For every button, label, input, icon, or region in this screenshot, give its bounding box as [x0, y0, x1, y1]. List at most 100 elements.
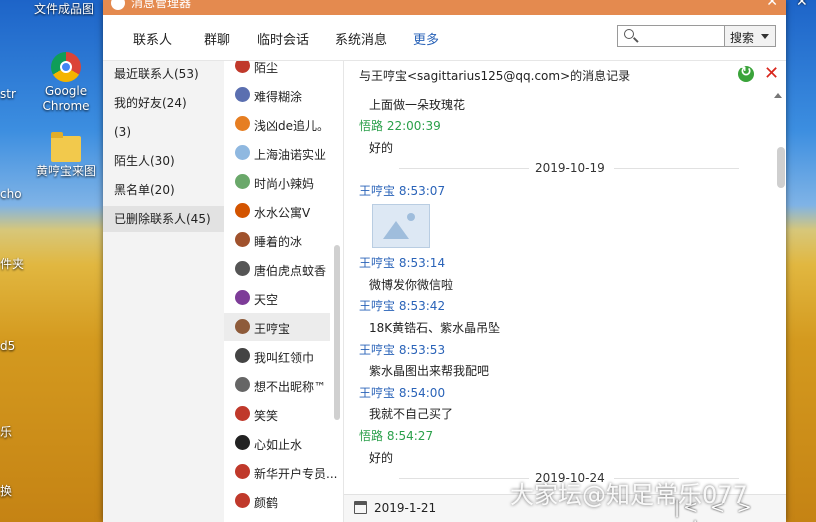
contact-item[interactable]: 天空 — [224, 284, 330, 312]
contact-item[interactable]: 颜鹤 — [224, 487, 330, 515]
message-sender-time: 王哼宝 8:53:14 — [359, 256, 446, 270]
message-sender-time: 悟路 22:00:39 — [359, 119, 441, 133]
tab-more[interactable]: 更多 — [413, 29, 439, 48]
category-strangers[interactable]: 陌生人(30) — [103, 148, 224, 174]
category-unnamed[interactable]: (3) — [103, 119, 224, 145]
contact-name: 王哼宝 — [254, 322, 291, 336]
desktop-icon-file[interactable]: 文件成品图 — [28, 2, 100, 17]
message-text: 我就不自己买了 — [369, 407, 454, 421]
tab-groups[interactable]: 群聊 — [204, 29, 230, 48]
message-sender-time: 王哼宝 8:54:00 — [359, 386, 446, 400]
tab-system-messages[interactable]: 系统消息 — [335, 29, 387, 48]
avatar — [235, 61, 250, 73]
contact-item[interactable]: 心如止水 — [224, 429, 330, 457]
qq-app-icon — [111, 0, 125, 10]
date-label: 2019-10-19 — [529, 161, 611, 175]
avatar — [235, 261, 250, 276]
contact-name: 时尚小辣妈 — [254, 177, 315, 191]
contact-name: 浅凶de追儿。 — [254, 119, 330, 133]
scroll-up-arrow-icon[interactable] — [774, 93, 782, 98]
delete-icon[interactable]: ✕ — [764, 63, 779, 84]
desktop-icon-chrome[interactable]: Google Chrome — [30, 52, 102, 114]
search-input[interactable] — [642, 28, 724, 46]
image-placeholder-icon[interactable] — [372, 204, 430, 248]
divider — [614, 168, 739, 169]
contact-item[interactable]: 难得糊涂 — [224, 81, 330, 109]
message-scrollbar[interactable] — [777, 147, 785, 188]
footer-date[interactable]: 2019-1-21 — [374, 501, 436, 515]
contact-item[interactable]: 水水公寓V — [224, 197, 330, 225]
avatar — [235, 145, 250, 160]
contact-list: 陌尘难得糊涂浅凶de追儿。 上海油诺实业 时尚小辣妈水水公寓V 睡着的冰唐伯虎点蚊香天… — [224, 61, 343, 522]
desktop-icon-label: Google Chrome — [42, 84, 90, 113]
desktop-edge-label: d5 — [0, 339, 16, 353]
avatar — [235, 435, 250, 450]
contact-item[interactable]: 陌尘 — [224, 61, 330, 80]
contact-list-scrollbar[interactable] — [334, 245, 340, 420]
message-sender-time: 王哼宝 8:53:42 — [359, 299, 446, 313]
message-sender-time: 王哼宝 8:53:53 — [359, 343, 446, 357]
tab-contacts[interactable]: 联系人 — [133, 29, 172, 48]
desktop-icon-folder[interactable]: 黄哼宝来图 — [30, 132, 102, 179]
contact-item[interactable]: 王哼宝 — [224, 313, 330, 341]
avatar — [235, 348, 250, 363]
close-icon[interactable]: ✕ — [766, 0, 778, 10]
category-blacklist[interactable]: 黑名单(20) — [103, 177, 224, 203]
contact-item[interactable]: 时尚小辣妈 — [224, 168, 330, 196]
search-box — [617, 25, 725, 47]
avatar — [235, 290, 250, 305]
message-text: 好的 — [369, 141, 394, 155]
contact-name: 唐伯虎点蚊香 — [254, 264, 327, 278]
title-bar[interactable]: 消息管理器 ✕ — [103, 0, 786, 15]
category-panel: 最近联系人(53) 我的好友(24) (3) 陌生人(30) 黑名单(20) 已… — [103, 61, 224, 522]
message-panel: 与王哼宝<sagittarius125@qq.com>的消息记录 ✕ 上面做一朵… — [343, 61, 786, 522]
avatar — [235, 377, 250, 392]
contact-item[interactable]: 想不出昵称™ — [224, 371, 330, 399]
chrome-icon — [51, 52, 81, 82]
message-text: 上面做一朵玫瑰花 — [369, 98, 466, 112]
date-separator: 2019-10-19 — [359, 161, 759, 175]
contact-item[interactable]: 我叫红领巾 — [224, 342, 330, 370]
search-button[interactable]: 搜索 — [725, 25, 776, 47]
avatar — [235, 174, 250, 189]
contact-name: 颜鹤 — [254, 496, 279, 510]
desktop-icon-label: 文件成品图 — [33, 2, 94, 16]
contact-name: 想不出昵称™ — [254, 380, 327, 394]
search-icon — [624, 29, 634, 39]
calendar-icon[interactable] — [354, 501, 367, 514]
desktop-edge-label: 乐 — [0, 425, 13, 439]
category-deleted[interactable]: 已删除联系人(45) — [103, 206, 224, 232]
search-button-label: 搜索 — [730, 31, 755, 45]
folder-icon — [51, 132, 81, 162]
tab-temp-sessions[interactable]: 临时会话 — [257, 29, 309, 48]
avatar — [235, 87, 250, 102]
contact-item[interactable]: 睡着的冰 — [224, 226, 330, 254]
contact-name: 我叫红领巾 — [254, 351, 315, 365]
contact-item[interactable]: 浅凶de追儿。 — [224, 110, 330, 138]
message-text: 紫水晶图出来帮我配吧 — [369, 364, 490, 378]
avatar — [235, 203, 250, 218]
contact-name: 水水公寓V — [254, 206, 311, 220]
window-title: 消息管理器 — [131, 0, 192, 10]
toolbar: 联系人 群聊 临时会话 系统消息 更多 搜索 — [103, 15, 786, 61]
contact-item[interactable]: 新华开户专员... — [224, 458, 337, 486]
message-sender-time: 王哼宝 8:53:07 — [359, 184, 446, 198]
contact-item[interactable]: 唐伯虎点蚊香 — [224, 255, 330, 283]
contact-name: 睡着的冰 — [254, 235, 303, 249]
contact-item[interactable]: 笑笑 — [224, 400, 330, 428]
background-window-close-icon[interactable]: ✕ — [796, 0, 808, 10]
message-text: 18K黄锆石、紫水晶吊坠 — [369, 321, 501, 335]
contact-name: 心如止水 — [254, 438, 303, 452]
contact-item[interactable]: 上海油诺实业 — [224, 139, 330, 167]
message-history-title: 与王哼宝<sagittarius125@qq.com>的消息记录 — [359, 69, 631, 83]
category-friends[interactable]: 我的好友(24) — [103, 90, 224, 116]
refresh-icon[interactable] — [738, 64, 754, 82]
avatar — [235, 116, 250, 131]
category-recent[interactable]: 最近联系人(53) — [103, 61, 224, 87]
message-text: 微博发你微信啦 — [369, 278, 454, 292]
contact-name: 陌尘 — [254, 61, 279, 75]
desktop-edge-label: cho — [0, 187, 22, 201]
contact-name: 上海油诺实业 — [254, 148, 327, 162]
chevron-down-icon[interactable] — [761, 34, 769, 39]
message-text: 好的 — [369, 451, 394, 465]
